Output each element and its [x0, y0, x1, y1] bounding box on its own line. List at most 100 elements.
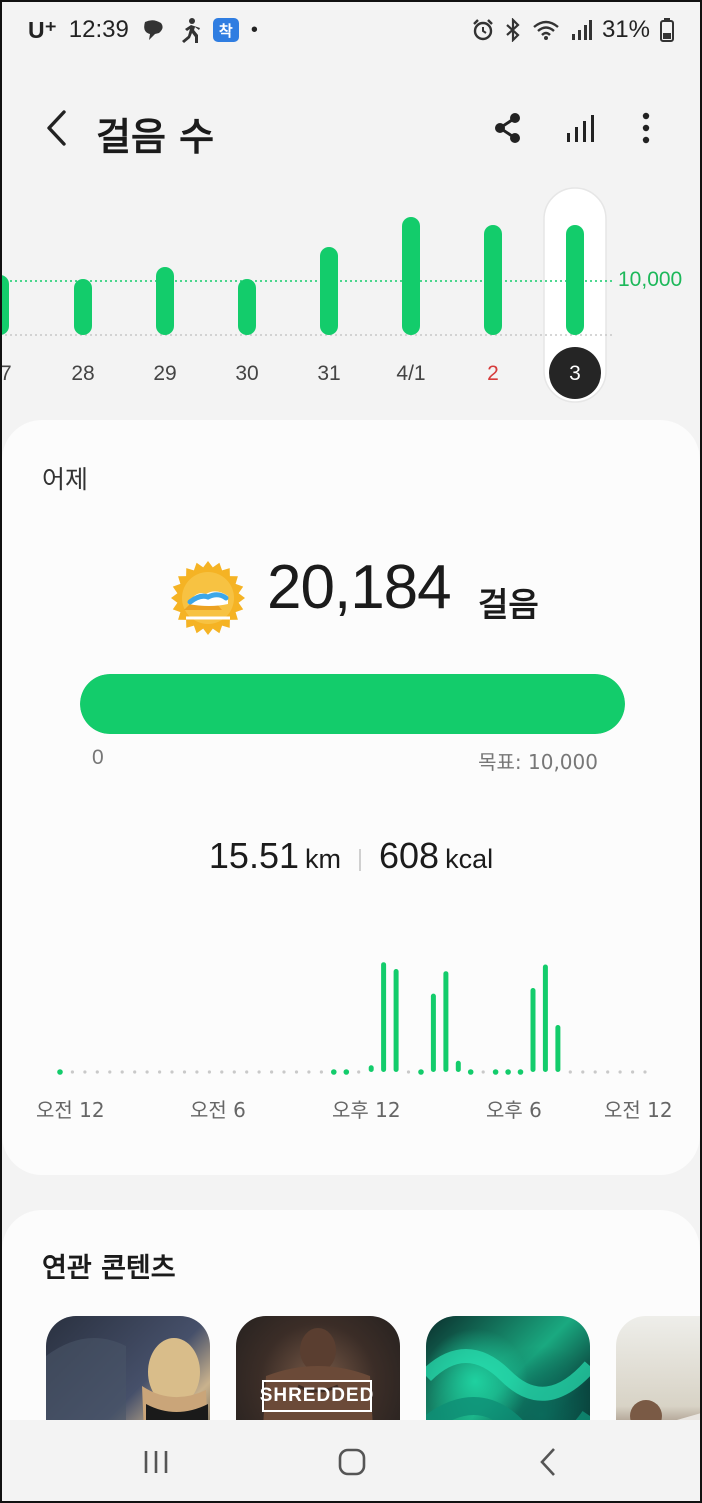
day-label[interactable]: 4/1	[396, 362, 425, 385]
share-icon	[495, 113, 520, 143]
chat-bubble-icon	[141, 19, 165, 41]
hour-bar	[492, 1069, 499, 1075]
back-icon	[540, 1448, 555, 1476]
hour-bar	[455, 1060, 461, 1072]
page-title: 걸음 수	[96, 115, 215, 159]
more-vert-icon	[642, 112, 650, 144]
day-bar[interactable]	[156, 267, 174, 335]
progress-min-label: 0	[92, 746, 104, 769]
day-bar[interactable]	[74, 279, 92, 335]
home-icon	[338, 1448, 366, 1476]
stats-button[interactable]	[560, 108, 600, 148]
hour-bar	[368, 1065, 374, 1072]
day-label[interactable]: 30	[235, 362, 258, 385]
hourly-steps-chart: 오전 12 오전 6 오후 12 오후 6 오전 12	[2, 950, 700, 1160]
hour-bar	[555, 1025, 561, 1072]
hour-bar	[343, 1069, 350, 1075]
hour-empty-dot	[294, 1070, 299, 1074]
hour-empty-dot	[170, 1070, 174, 1074]
hour-empty-dot	[307, 1070, 311, 1074]
hour-empty-dot	[95, 1070, 99, 1074]
hour-empty-dot	[133, 1070, 137, 1074]
signal-icon	[570, 19, 592, 41]
more-options-button[interactable]	[628, 108, 664, 148]
steps-value: 20,184	[267, 553, 452, 622]
clock: 12:39	[68, 16, 129, 43]
day-label[interactable]: 31	[317, 362, 340, 385]
day-bar[interactable]	[0, 275, 9, 335]
shoe-medal-icon	[170, 560, 246, 636]
recents-icon	[144, 1451, 168, 1473]
distance-unit: km	[305, 844, 341, 874]
distance-value: 15.51	[208, 835, 299, 876]
back-button[interactable]	[36, 104, 76, 152]
share-button[interactable]	[488, 108, 528, 148]
shredded-caption: SHREDDED	[260, 1380, 373, 1412]
hour-bar	[467, 1069, 474, 1075]
app-header: 걸음 수	[0, 90, 702, 166]
status-bar: U⁺ 12:39 착 • 31%	[0, 0, 702, 60]
hour-empty-dot	[481, 1070, 485, 1074]
goal-line-label: 10,000	[618, 268, 683, 291]
hour-tick-label: 오후 6	[486, 1098, 542, 1122]
nav-back-button[interactable]	[530, 1444, 566, 1480]
goal-progress-bar	[80, 674, 625, 734]
hour-bar	[331, 1069, 337, 1075]
hour-bar	[57, 1069, 63, 1075]
hour-tick-label: 오후 12	[332, 1098, 401, 1122]
day-bar[interactable]	[238, 279, 256, 335]
hour-empty-dot	[593, 1070, 597, 1074]
hour-empty-dot	[120, 1070, 124, 1074]
day-bar[interactable]	[484, 225, 502, 335]
hour-bar	[443, 971, 449, 1072]
hour-tick-label: 오전 12	[604, 1098, 673, 1122]
daily-steps-chart[interactable]: 27 28 29 30 31 4/1 2 3 10,000	[0, 180, 702, 405]
hour-bar	[530, 988, 536, 1072]
runner-icon	[177, 17, 201, 43]
day-label[interactable]: 2	[487, 362, 499, 385]
home-button[interactable]	[334, 1444, 370, 1480]
hour-empty-dot	[220, 1070, 224, 1074]
hour-empty-dot	[270, 1070, 274, 1074]
day-label[interactable]: 3	[569, 362, 581, 385]
recents-button[interactable]	[138, 1444, 174, 1480]
steps-unit: 걸음	[478, 585, 539, 624]
chak-app-icon: 착	[212, 18, 239, 42]
distance-calories-row: 15.51 km 608 kcal	[2, 835, 700, 885]
hour-bar	[505, 1069, 511, 1075]
hour-tick-label: 오전 12	[36, 1098, 105, 1122]
hour-empty-dot	[195, 1070, 199, 1074]
bluetooth-icon	[504, 18, 522, 42]
day-bar[interactable]	[320, 247, 338, 335]
hour-empty-dot	[581, 1070, 585, 1074]
hour-empty-dot	[207, 1070, 211, 1074]
goal-progress-fill	[80, 674, 625, 734]
day-label[interactable]: 29	[153, 362, 176, 385]
alarm-icon	[472, 19, 494, 41]
system-nav-bar	[0, 1420, 702, 1503]
summary-card: 어제 20,184 걸음 0 목표: 10,000 15.51 km 608 k…	[2, 420, 700, 1175]
hour-empty-dot	[643, 1070, 647, 1074]
hour-tick-label: 오전 6	[190, 1098, 246, 1122]
hour-empty-dot	[618, 1070, 622, 1074]
battery-icon	[660, 18, 674, 42]
progress-goal-label: 목표: 10,000	[478, 750, 598, 774]
calories-unit: kcal	[445, 844, 494, 874]
day-label[interactable]: 27	[0, 362, 12, 385]
stats-bars-icon	[567, 115, 594, 142]
hour-empty-dot	[257, 1070, 261, 1074]
hour-empty-dot	[158, 1070, 162, 1074]
hour-bar	[418, 1069, 424, 1075]
hour-empty-dot	[182, 1070, 187, 1074]
hour-empty-dot	[406, 1070, 411, 1074]
day-bar[interactable]	[566, 225, 584, 335]
hour-empty-dot	[70, 1070, 74, 1074]
hour-empty-dot	[631, 1070, 635, 1074]
day-bar[interactable]	[402, 217, 420, 335]
metrics-divider	[359, 849, 361, 871]
wifi-icon	[532, 19, 560, 41]
hour-bar	[393, 969, 399, 1072]
day-label: 어제	[42, 465, 89, 494]
battery-percent: 31%	[601, 16, 650, 43]
day-label[interactable]: 28	[71, 362, 94, 385]
